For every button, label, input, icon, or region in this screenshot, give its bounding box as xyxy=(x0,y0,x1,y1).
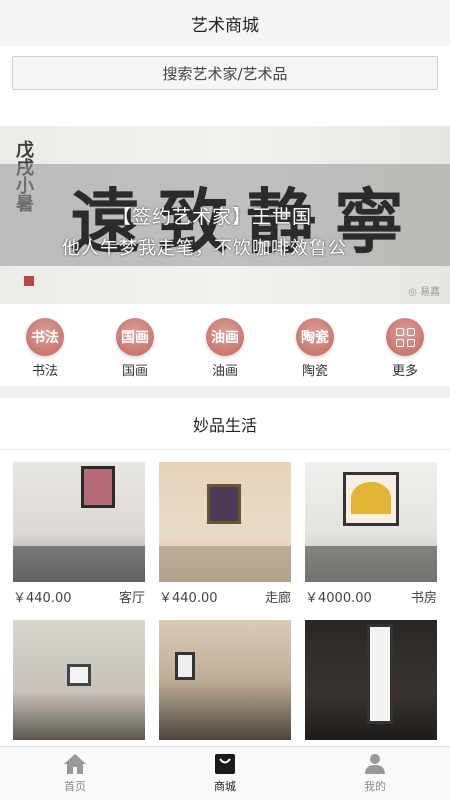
product-info: ￥440.00 走廊 xyxy=(159,582,291,610)
product-image xyxy=(305,462,437,582)
user-icon xyxy=(365,754,385,774)
tab-label: 首页 xyxy=(64,780,86,793)
bottom-tab-bar: 首页 商城 我的 xyxy=(0,746,450,800)
seal-stamp-icon xyxy=(24,276,34,286)
product-info: ￥4000.00 书房 xyxy=(305,582,437,610)
product-image xyxy=(305,620,437,740)
furniture-shape xyxy=(13,546,145,582)
top-bar: 艺术商城 xyxy=(0,0,450,46)
furniture-shape xyxy=(159,546,291,582)
category-label: 国画 xyxy=(121,364,148,379)
category-label: 更多 xyxy=(391,364,418,379)
search-placeholder: 搜索艺术家/艺术品 xyxy=(162,64,288,83)
product-image xyxy=(13,620,145,740)
chinese-painting-badge-icon: 国画 xyxy=(116,318,154,356)
category-ceramics[interactable]: 陶瓷 陶瓷 xyxy=(285,318,345,379)
furniture-shape xyxy=(305,546,437,582)
category-oil-painting[interactable]: 油画 油画 xyxy=(195,318,255,379)
artwork-frame xyxy=(81,466,115,508)
tab-label: 我的 xyxy=(364,780,386,793)
tab-mine[interactable]: 我的 xyxy=(300,747,450,800)
product-image xyxy=(159,462,291,582)
product-card[interactable]: ￥4000.00 书房 xyxy=(305,462,437,610)
banner-heading: 【签约艺术家】王世国 xyxy=(112,206,313,228)
product-info: ￥440.00 客厅 xyxy=(13,582,145,610)
calligraphy-badge-icon: 书法 xyxy=(26,318,64,356)
artwork-frame xyxy=(67,664,91,686)
banner-subtitle: 他人午梦我走笔，不饮咖啡效鲁公 xyxy=(62,238,347,259)
category-label: 书法 xyxy=(31,364,58,379)
product-grid: ￥440.00 客厅 ￥440.00 走廊 ￥4000.00 书房 xyxy=(0,450,450,768)
tab-label: 商城 xyxy=(214,780,236,793)
search-area: 搜索艺术家/艺术品 xyxy=(0,46,450,96)
category-calligraphy[interactable]: 书法 书法 xyxy=(15,318,75,379)
shopping-bag-icon xyxy=(215,754,235,774)
artwork-frame xyxy=(175,652,195,680)
tab-mall[interactable]: 商城 xyxy=(150,747,300,800)
spacer xyxy=(0,96,450,126)
product-image xyxy=(13,462,145,582)
artwork-frame xyxy=(207,484,241,524)
product-price: ￥440.00 xyxy=(159,590,218,606)
home-icon xyxy=(64,754,86,774)
product-card[interactable]: ￥440.00 走廊 xyxy=(159,462,291,610)
fan-artwork-shape xyxy=(351,482,391,514)
oil-painting-badge-icon: 油画 xyxy=(206,318,244,356)
product-price: ￥440.00 xyxy=(13,590,72,606)
page-title: 艺术商城 xyxy=(191,15,259,36)
product-image xyxy=(159,620,291,740)
category-nav: 书法 书法 国画 国画 油画 油画 陶瓷 陶瓷 更多 xyxy=(0,304,450,386)
category-chinese-painting[interactable]: 国画 国画 xyxy=(105,318,165,379)
tab-home[interactable]: 首页 xyxy=(0,747,150,800)
search-input[interactable]: 搜索艺术家/艺术品 xyxy=(12,56,438,90)
product-card[interactable]: ￥440.00 客厅 xyxy=(13,462,145,610)
product-room: 走廊 xyxy=(264,590,291,606)
ceramics-badge-icon: 陶瓷 xyxy=(296,318,334,356)
category-label: 陶瓷 xyxy=(301,364,328,379)
banner-watermark: ◎ 易嘉 xyxy=(408,287,440,298)
category-more[interactable]: 更多 xyxy=(375,318,435,379)
section-title: 妙品生活 xyxy=(0,398,450,450)
category-label: 油画 xyxy=(211,364,238,379)
artwork-frame xyxy=(367,624,393,724)
promo-banner[interactable]: 戊戌小暑 遠致静寧 【签约艺术家】王世国 他人午梦我走笔，不饮咖啡效鲁公 ◎ 易… xyxy=(0,126,450,304)
product-room: 书房 xyxy=(410,590,437,606)
app-root: 艺术商城 搜索艺术家/艺术品 戊戌小暑 遠致静寧 【签约艺术家】王世国 他人午梦… xyxy=(0,0,450,800)
section-separator xyxy=(0,386,450,398)
section-title-text: 妙品生活 xyxy=(192,415,257,435)
product-price: ￥4000.00 xyxy=(305,590,372,606)
product-room: 客厅 xyxy=(118,590,145,606)
grid-icon xyxy=(386,318,424,356)
